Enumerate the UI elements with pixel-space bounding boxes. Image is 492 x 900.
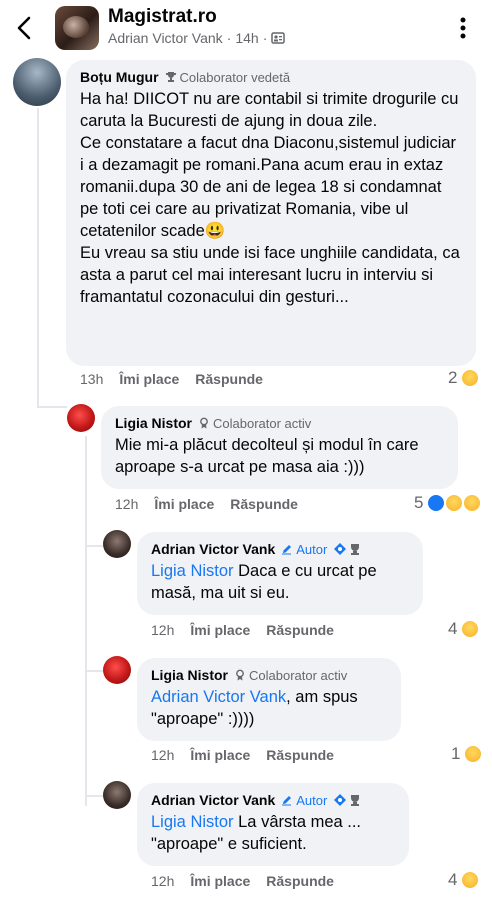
reactions[interactable]: 4: [448, 619, 481, 639]
badge: Autor: [281, 542, 327, 557]
badge-label: Autor: [296, 541, 328, 557]
badge-label: Colaborator vedetă: [179, 69, 291, 85]
mention-link[interactable]: Ligia Nistor: [151, 562, 234, 580]
reply-button[interactable]: Răspunde: [230, 496, 298, 512]
like-icon: [426, 493, 447, 513]
thread-line: [85, 436, 87, 806]
haha-emoji: [460, 368, 481, 388]
like-button[interactable]: Îmi place: [119, 371, 179, 387]
avatar[interactable]: [103, 781, 131, 809]
pencil-icon: [282, 796, 292, 806]
reactions[interactable]: 2: [448, 368, 481, 388]
comment-actions: 12h Îmi place Răspunde: [151, 747, 334, 763]
medal-icon: [236, 669, 244, 681]
comment-text: Ha ha! DIICOT nu are contabil si trimite…: [80, 90, 460, 306]
reactions[interactable]: 5: [414, 493, 483, 513]
reactions[interactable]: 4: [448, 870, 481, 890]
comment-time[interactable]: 12h: [115, 496, 138, 512]
thread-line: [85, 545, 103, 547]
like-button[interactable]: Îmi place: [190, 747, 250, 763]
comment-time[interactable]: 12h: [151, 622, 174, 638]
trophy-icon: [165, 72, 176, 82]
haha-emoji: [444, 493, 465, 513]
reply-button[interactable]: Răspunde: [266, 747, 334, 763]
comment-time[interactable]: 12h: [151, 747, 174, 763]
comment-author[interactable]: Ligia Nistor: [151, 667, 228, 683]
haha-emoji: [460, 619, 481, 639]
medal-icon: [200, 417, 208, 429]
comment-text: Adrian Victor Vank, am spus "aproape" :)…: [151, 686, 387, 730]
avatar[interactable]: [67, 404, 95, 432]
thread-line: [85, 795, 103, 797]
haha-emoji: [460, 870, 481, 890]
comment-bubble: Boțu Mugur Colaborator vedetă Ha ha! DII…: [66, 60, 476, 366]
badge: Colaborator vedetă: [165, 69, 291, 85]
comment-text: Mie mi-a plăcut decolteul și modul în ca…: [115, 436, 424, 476]
reply-button[interactable]: Răspunde: [266, 873, 334, 889]
comment-time[interactable]: 12h: [151, 873, 174, 889]
separator: ·: [226, 30, 232, 46]
wow-emoji: [462, 493, 483, 513]
comment-text: Ligia Nistor La vârsta mea ... "aproape"…: [151, 811, 395, 855]
mention-link[interactable]: Adrian Victor Vank: [151, 688, 286, 706]
post-author[interactable]: Adrian Victor Vank: [108, 30, 223, 46]
comment-actions: 12h Îmi place Răspunde: [115, 496, 298, 512]
comment-actions: 12h Îmi place Răspunde: [151, 873, 334, 889]
comment-author[interactable]: Adrian Victor Vank: [151, 541, 275, 557]
post-header: Magistrat.ro Adrian Victor Vank · 14h ·: [0, 0, 492, 56]
chevron-left-icon[interactable]: [14, 14, 36, 42]
thread-line: [37, 406, 67, 408]
pencil-icon: [282, 545, 292, 555]
comment-author[interactable]: Boțu Mugur: [80, 69, 159, 85]
reaction-count: 2: [448, 368, 458, 387]
badge-icons: [334, 794, 360, 806]
friends-icon: [271, 32, 286, 44]
like-button[interactable]: Îmi place: [190, 622, 250, 638]
haha-emoji: [463, 744, 484, 764]
page-avatar[interactable]: [55, 6, 99, 50]
reaction-count: 4: [448, 619, 458, 638]
comment-author[interactable]: Ligia Nistor: [115, 415, 192, 431]
badge: Colaborator activ: [234, 668, 347, 683]
comment-author[interactable]: Adrian Victor Vank: [151, 792, 275, 808]
separator: ·: [262, 30, 268, 46]
post-time[interactable]: 14h: [235, 30, 258, 46]
reply-button[interactable]: Răspunde: [195, 371, 263, 387]
mention-link[interactable]: Ligia Nistor: [151, 813, 234, 831]
thread-line: [37, 108, 39, 408]
avatar[interactable]: [103, 656, 131, 684]
comment-actions: 12h Îmi place Răspunde: [151, 622, 334, 638]
reply-button[interactable]: Răspunde: [266, 622, 334, 638]
badge: Autor: [281, 793, 327, 808]
reaction-count: 4: [448, 870, 458, 889]
comment-bubble: Adrian Victor Vank Autor Ligia Nistor La…: [137, 783, 409, 866]
post-subtitle: Adrian Victor Vank · 14h ·: [108, 30, 286, 46]
comment-text: Ligia Nistor Daca e cu urcat pe masă, ma…: [151, 560, 409, 604]
comment-bubble: Adrian Victor Vank Autor Ligia Nistor Da…: [137, 532, 423, 615]
avatar[interactable]: [103, 530, 131, 558]
thread-line: [85, 670, 103, 672]
page-title[interactable]: Magistrat.ro: [108, 6, 217, 28]
comment-bubble: Ligia Nistor Colaborator activ Adrian Vi…: [137, 658, 401, 741]
like-button[interactable]: Îmi place: [190, 873, 250, 889]
like-button[interactable]: Îmi place: [154, 496, 214, 512]
reaction-count: 5: [414, 493, 424, 512]
more-vertical-icon[interactable]: [450, 14, 476, 42]
comment-actions: 13h Îmi place Răspunde: [80, 371, 263, 387]
comment-bubble: Ligia Nistor Colaborator activ Mie mi-a …: [101, 406, 458, 489]
avatar[interactable]: [13, 58, 61, 106]
badge: Colaborator activ: [198, 416, 311, 431]
badge-label: Autor: [296, 792, 328, 808]
reactions[interactable]: 1: [451, 744, 484, 764]
badge-icons: [334, 543, 360, 555]
badge-label: Colaborator activ: [213, 415, 312, 431]
badge-label: Colaborator activ: [249, 667, 348, 683]
comment-time[interactable]: 13h: [80, 371, 103, 387]
reaction-count: 1: [451, 744, 461, 763]
